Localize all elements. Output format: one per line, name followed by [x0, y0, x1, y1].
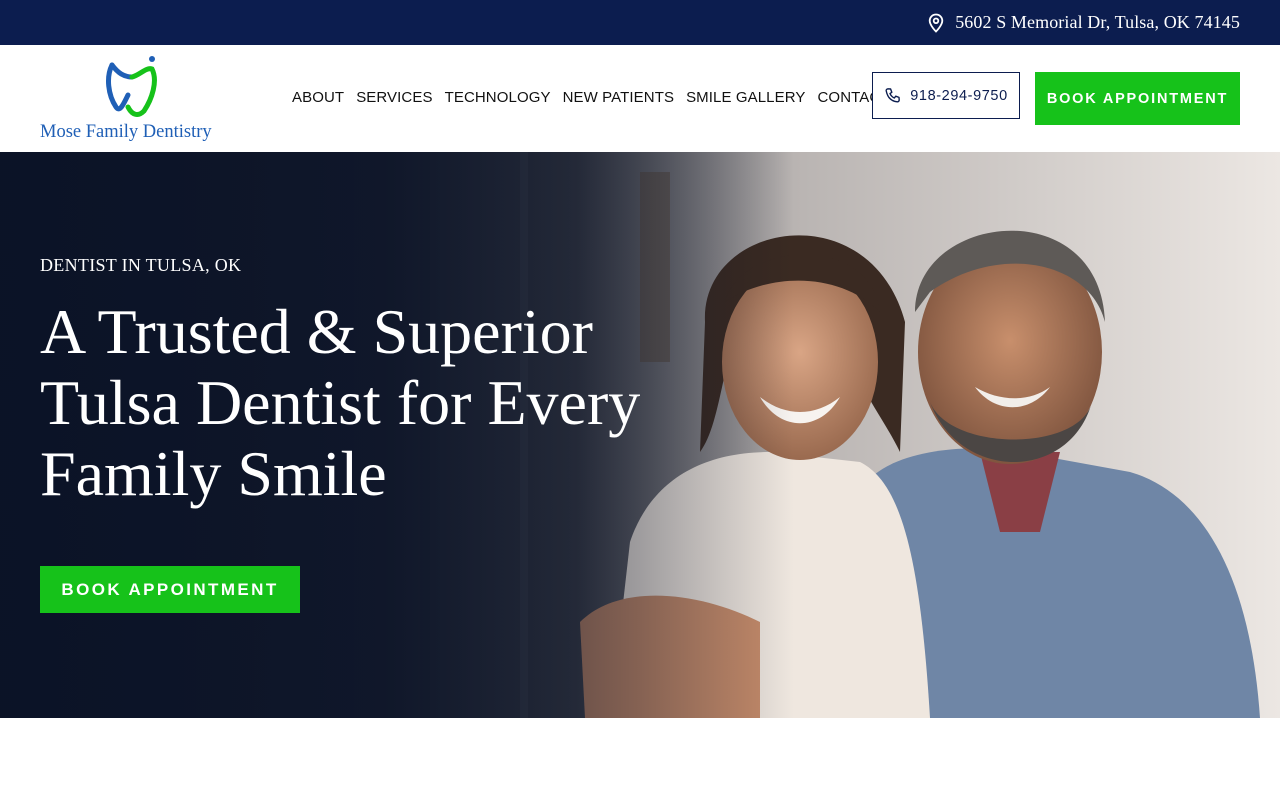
phone-button[interactable]: 918-294-9750 [872, 72, 1020, 119]
phone-icon [884, 87, 902, 105]
logo-text: Mose Family Dentistry [40, 122, 212, 142]
book-appointment-button-hero[interactable]: BOOK APPOINTMENT [40, 566, 300, 613]
main-nav: ABOUT SERVICES TECHNOLOGY NEW PATIENTS S… [292, 89, 890, 106]
hero-section: DENTIST IN TULSA, OK A Trusted & Superio… [0, 152, 1280, 718]
book-appointment-button-header[interactable]: BOOK APPOINTMENT [1035, 72, 1240, 125]
nav-new-patients[interactable]: NEW PATIENTS [563, 89, 674, 106]
address-text: 5602 S Memorial Dr, Tulsa, OK 74145 [955, 12, 1240, 32]
site-header: Mose Family Dentistry ABOUT SERVICES TEC… [0, 45, 1280, 152]
tooth-logo-icon [106, 56, 157, 117]
nav-smile-gallery[interactable]: SMILE GALLERY [686, 89, 805, 106]
phone-number: 918-294-9750 [910, 87, 1008, 104]
top-bar: 5602 S Memorial Dr, Tulsa, OK 74145 [0, 0, 1280, 45]
logo[interactable]: Mose Family Dentistry [40, 55, 220, 143]
nav-technology[interactable]: TECHNOLOGY [445, 89, 551, 106]
address-link[interactable]: 5602 S Memorial Dr, Tulsa, OK 74145 [927, 12, 1240, 33]
location-pin-icon [927, 13, 945, 33]
nav-about[interactable]: ABOUT [292, 89, 344, 106]
nav-services[interactable]: SERVICES [356, 89, 432, 106]
hero-headline: A Trusted & Superior Tulsa Dentist for E… [40, 296, 641, 509]
hero-eyebrow: DENTIST IN TULSA, OK [40, 255, 242, 275]
